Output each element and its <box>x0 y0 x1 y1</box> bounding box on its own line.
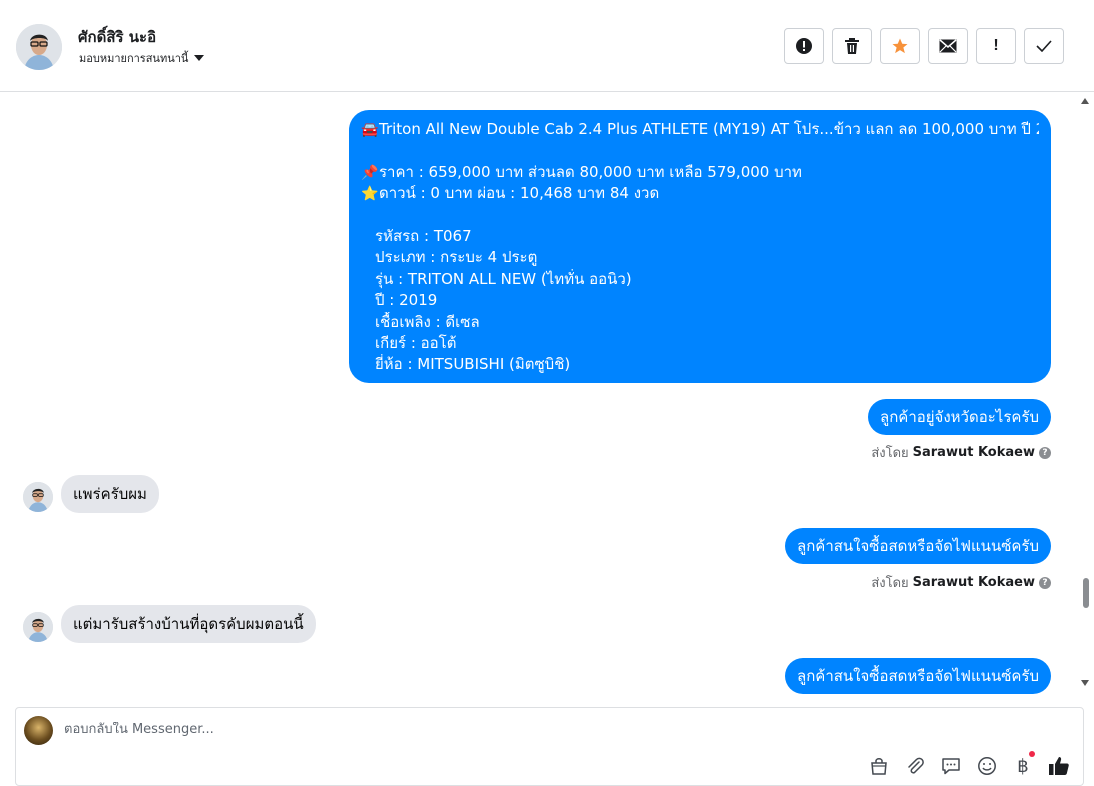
listing-type: ประเภท : กระบะ 4 ประตู <box>375 248 538 267</box>
contact-message-avatar <box>23 612 53 642</box>
listing-down-payment: ดาวน์ : 0 บาท ผ่อน : 10,468 บาท 84 งวด <box>379 184 660 203</box>
star-icon <box>892 38 908 54</box>
outgoing-message[interactable]: ลูกค้าอยู่จังหวัดอะไรครับ <box>868 399 1051 435</box>
delete-button[interactable] <box>832 28 872 64</box>
help-icon[interactable]: ? <box>1039 576 1051 589</box>
sent-by-name[interactable]: Sarawut Kokaew <box>913 445 1035 460</box>
listing-fuel: เชื้อเพลิง : ดีเซล <box>375 312 480 331</box>
assign-label: มอบหมายการสนทนานี้ <box>79 52 189 65</box>
notification-dot <box>1029 751 1035 757</box>
outgoing-message[interactable]: ลูกค้าสนใจซื้อสดหรือจัดไฟแนนซ์ครับ <box>785 658 1051 694</box>
car-emoji-icon: 🚘 <box>361 122 379 138</box>
paperclip-icon[interactable] <box>903 754 927 778</box>
exclamation-icon: ! <box>993 37 999 54</box>
saved-reply-icon[interactable] <box>939 754 963 778</box>
sent-by-prefix: ส่งโดย <box>871 576 909 591</box>
contact-avatar[interactable] <box>16 24 62 70</box>
sent-by-label: ส่งโดย Sarawut Kokaew ? <box>871 442 1051 463</box>
alert-circle-icon <box>796 38 812 54</box>
star-emoji-icon: ⭐ <box>361 186 379 203</box>
envelope-icon <box>939 39 957 53</box>
scroll-up-arrow[interactable] <box>1081 98 1089 104</box>
listing-code: รหัสรถ : T067 <box>375 226 472 245</box>
reply-composer: ฿ <box>15 707 1084 786</box>
star-button[interactable] <box>880 28 920 64</box>
sent-by-prefix: ส่งโดย <box>871 446 909 461</box>
mark-unread-button[interactable] <box>928 28 968 64</box>
assign-conversation-dropdown[interactable]: มอบหมายการสนทนานี้ <box>79 49 205 67</box>
done-button[interactable] <box>1024 28 1064 64</box>
check-icon <box>1036 40 1052 52</box>
conversation-actions: ! <box>784 28 1064 64</box>
follow-up-button[interactable]: ! <box>976 28 1016 64</box>
listing-year: ปี : 2019 <box>375 291 438 310</box>
shopping-bag-icon[interactable] <box>867 754 891 778</box>
listing-price: ราคา : 659,000 บาท ส่วนลด 80,000 บาท เหล… <box>379 162 802 181</box>
pin-emoji-icon: 📌 <box>361 164 379 181</box>
baht-payment-icon[interactable]: ฿ <box>1011 751 1035 778</box>
contact-name[interactable]: ศักดิ์สิริ นะอิ <box>78 25 156 49</box>
trash-icon <box>845 38 859 54</box>
contact-message-avatar <box>23 482 53 512</box>
composer-toolbar: ฿ <box>867 751 1071 778</box>
emoji-icon[interactable] <box>975 754 999 778</box>
scroll-down-arrow[interactable] <box>1081 680 1089 686</box>
sent-by-label: ส่งโดย Sarawut Kokaew ? <box>871 572 1051 593</box>
incoming-message[interactable]: แพร่ครับผม <box>61 475 159 513</box>
listing-model: รุ่น : TRITON ALL NEW (ไททั่น ออนิว) <box>375 269 632 288</box>
conversation-header: ศักดิ์สิริ นะอิ มอบหมายการสนทนานี้ ! <box>0 0 1094 92</box>
listing-gear: เกียร์ : ออโต้ <box>375 333 457 352</box>
listing-title: Triton All New Double Cab 2.4 Plus ATHLE… <box>379 120 1039 138</box>
listing-brand: ยี่ห้อ : MITSUBISHI (มิตซูบิชิ) <box>375 355 571 374</box>
incoming-message[interactable]: แต่มารับสร้างบ้านที่อุดรคับผมตอนนี้ <box>61 605 316 643</box>
messenger-conversation: ศักดิ์สิริ นะอิ มอบหมายการสนทนานี้ ! 🚘Tr… <box>0 0 1094 786</box>
chevron-down-icon <box>194 55 205 61</box>
car-listing-message[interactable]: 🚘Triton All New Double Cab 2.4 Plus ATHL… <box>349 110 1051 383</box>
thumbs-up-icon[interactable] <box>1047 754 1071 778</box>
reply-input[interactable] <box>64 722 964 737</box>
baht-glyph: ฿ <box>1017 755 1029 776</box>
scrollbar-thumb[interactable] <box>1083 578 1089 608</box>
page-avatar <box>24 716 53 745</box>
spam-button[interactable] <box>784 28 824 64</box>
sent-by-name[interactable]: Sarawut Kokaew <box>913 575 1035 590</box>
outgoing-message[interactable]: ลูกค้าสนใจซื้อสดหรือจัดไฟแนนซ์ครับ <box>785 528 1051 564</box>
help-icon[interactable]: ? <box>1039 446 1051 459</box>
